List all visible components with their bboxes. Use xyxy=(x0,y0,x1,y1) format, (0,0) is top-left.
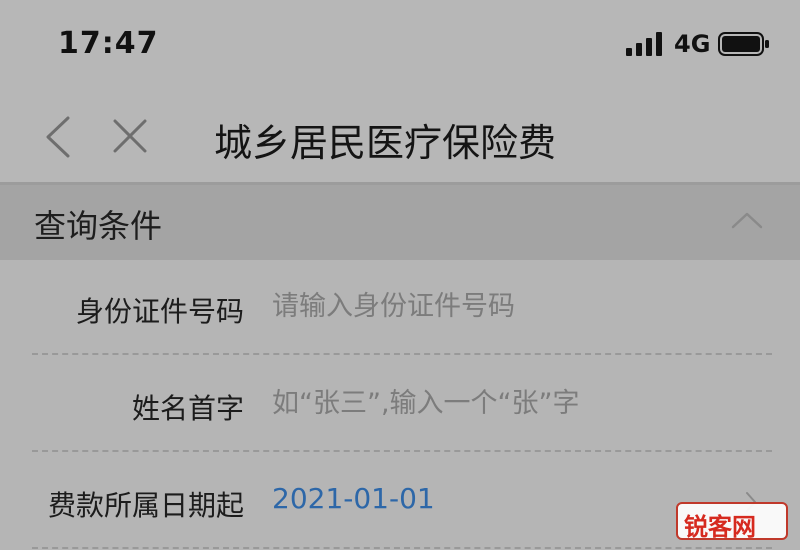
watermark-logo: 锐客网 xyxy=(676,502,788,541)
chevron-left-icon[interactable] xyxy=(40,114,76,160)
screen: 17:47 4G 城乡居民医疗保险费 查询条件 身份证件号码 请输入身份证件号码… xyxy=(0,0,800,550)
row-divider xyxy=(32,450,772,452)
status-bar: 17:47 4G xyxy=(0,0,800,90)
signal-bars-icon xyxy=(626,32,662,56)
surname-input[interactable] xyxy=(268,383,756,423)
start-date-label: 费款所属日期起 xyxy=(47,489,244,522)
start-date-value[interactable]: 2021-01-01 xyxy=(272,482,435,515)
status-time: 17:47 xyxy=(58,26,159,61)
query-conditions-header[interactable]: 查询条件 xyxy=(0,185,800,260)
close-icon[interactable] xyxy=(110,116,150,156)
section-title: 查询条件 xyxy=(34,207,163,245)
row-divider xyxy=(32,547,772,549)
id-number-label: 身份证件号码 xyxy=(75,295,244,328)
id-number-input[interactable] xyxy=(268,286,756,326)
battery-icon xyxy=(718,32,769,56)
network-label: 4G xyxy=(674,30,711,58)
surname-row: 姓名首字 xyxy=(0,357,800,453)
nav-bar: 城乡居民医疗保险费 xyxy=(0,90,800,182)
surname-label: 姓名首字 xyxy=(131,392,244,425)
row-divider xyxy=(32,353,772,355)
watermark-text: 锐客网 xyxy=(684,513,756,541)
id-number-row: 身份证件号码 xyxy=(0,260,800,356)
chevron-up-icon[interactable] xyxy=(730,209,764,231)
page-title: 城乡居民医疗保险费 xyxy=(214,121,557,165)
